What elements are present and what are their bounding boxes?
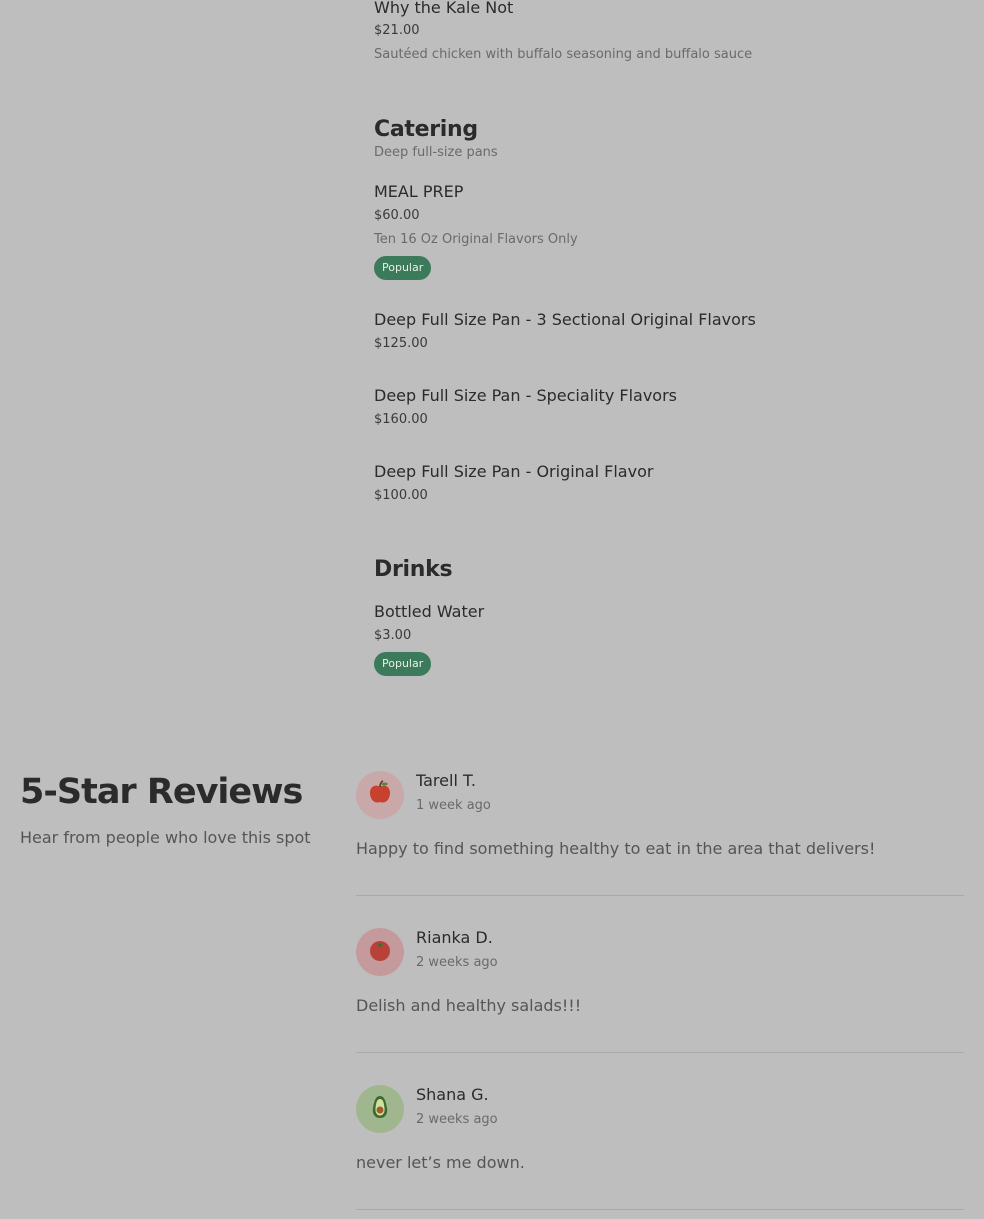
menu-item-price: $100.00 xyxy=(374,488,428,503)
review-text: Delish and healthy salads!!! xyxy=(356,996,582,1015)
menu-item-name: Deep Full Size Pan - Original Flavor xyxy=(374,462,654,481)
menu-item-name: MEAL PREP xyxy=(374,182,464,201)
divider xyxy=(356,1052,964,1053)
review-date: 2 weeks ago xyxy=(416,955,498,970)
section-drinks: Drinks xyxy=(374,556,453,584)
section-subtitle: Deep full-size pans xyxy=(374,145,498,160)
menu-item-price: $3.00 xyxy=(374,628,412,643)
menu-item-name: Deep Full Size Pan - 3 Sectional Origina… xyxy=(374,310,756,329)
menu-item[interactable]: MEAL PREP $60.00 Ten 16 Oz Original Flav… xyxy=(374,182,578,280)
menu-item-name: Bottled Water xyxy=(374,602,485,621)
divider xyxy=(356,1209,964,1210)
menu-item-name: Why the Kale Not xyxy=(374,0,514,17)
review-text: Happy to find something healthy to eat i… xyxy=(356,839,876,858)
reviewer-name: Shana G. xyxy=(416,1085,489,1104)
section-catering: Catering Deep full-size pans xyxy=(374,116,498,162)
review-card: Rianka D. 2 weeks ago Delish and healthy… xyxy=(356,928,964,1085)
store-page: Why the Kale Not $21.00 Sautéed chicken … xyxy=(0,0,984,1219)
review-card: Shana G. 2 weeks ago never let’s me down… xyxy=(356,1085,964,1219)
menu-item-price: $125.00 xyxy=(374,336,428,351)
reviewer-name: Rianka D. xyxy=(416,928,493,947)
section-title: Catering xyxy=(374,117,478,142)
reviewer-name: Tarell T. xyxy=(416,771,476,790)
reviewer-avatar xyxy=(356,928,404,976)
reviewer-avatar xyxy=(356,771,404,819)
review-text: never let’s me down. xyxy=(356,1153,525,1172)
divider xyxy=(356,895,964,896)
reviews-title: 5-Star Reviews xyxy=(20,772,303,812)
menu-item[interactable]: Bottled Water $3.00 Popular xyxy=(374,602,484,676)
section-title: Drinks xyxy=(374,557,453,582)
menu-item-price: $60.00 xyxy=(374,208,420,223)
menu-item[interactable]: Deep Full Size Pan - Speciality Flavors … xyxy=(374,386,677,429)
menu-item-price: $21.00 xyxy=(374,23,420,38)
reviewer-avatar xyxy=(356,1085,404,1133)
reviews-subtitle: Hear from people who love this spot xyxy=(20,828,311,847)
popular-badge: Popular xyxy=(374,256,432,280)
menu-item[interactable]: Why the Kale Not $21.00 Sautéed chicken … xyxy=(374,0,752,64)
menu-item[interactable]: Deep Full Size Pan - Original Flavor $10… xyxy=(374,462,653,505)
review-date: 1 week ago xyxy=(416,798,491,813)
apple-icon xyxy=(366,779,394,811)
tomato-icon xyxy=(366,936,394,968)
avocado-icon xyxy=(366,1093,394,1125)
menu-item-description: Ten 16 Oz Original Flavors Only xyxy=(374,232,578,247)
review-date: 2 weeks ago xyxy=(416,1112,498,1127)
popular-badge: Popular xyxy=(374,652,432,676)
menu-item[interactable]: Deep Full Size Pan - 3 Sectional Origina… xyxy=(374,310,756,353)
review-card: Tarell T. 1 week ago Happy to find somet… xyxy=(356,771,964,928)
menu-item-description: Sautéed chicken with buffalo seasoning a… xyxy=(374,47,753,62)
menu-item-price: $160.00 xyxy=(374,412,428,427)
menu-item-name: Deep Full Size Pan - Speciality Flavors xyxy=(374,386,677,405)
